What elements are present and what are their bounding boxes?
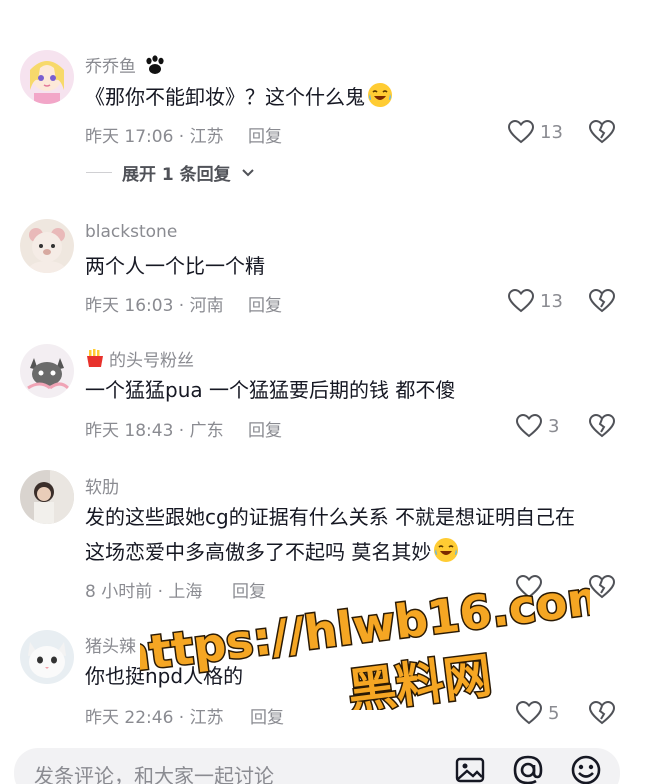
emoji-icon[interactable] [570,754,602,784]
mention-icon[interactable] [512,754,544,784]
comment-text: 《那你不能卸妆》？这个什么鬼 [85,80,625,115]
reply-button[interactable]: 回复 [248,291,282,316]
avatar[interactable] [20,50,74,104]
like-count: 5 [548,702,560,724]
comment-time-location: 昨天 22:46 · 江苏 [85,708,224,728]
heart-icon [516,414,542,438]
reply-button[interactable]: 回复 [248,416,282,441]
chevron-down-icon [241,168,254,176]
comment-input-bar: 发条评论，和大家一起讨论 [0,740,651,784]
comment-username[interactable]: 猪头辣 [85,632,136,657]
dislike-button[interactable] [588,288,616,317]
heart-icon [516,575,542,599]
expand-replies-button[interactable]: 展开 1 条回复 [86,160,255,185]
comment-time-location: 昨天 18:43 · 广东 [85,421,224,441]
broken-heart-icon [588,574,616,599]
dislike-button[interactable] [588,413,616,442]
laughing-crying-emoji-icon [434,538,459,562]
avatar[interactable] [20,470,74,524]
laughing-crying-emoji-icon [368,83,392,107]
paw-icon [143,55,167,80]
reply-button[interactable]: 回复 [250,703,284,728]
avatar[interactable] [20,344,74,398]
comment-time-location: 8 小时前 · 上海 [85,582,203,602]
comment-text: 你也挺npd人格的 [85,664,244,688]
broken-heart-icon [588,700,616,725]
like-button[interactable] [516,575,542,599]
reply-button[interactable]: 回复 [248,122,282,147]
broken-heart-icon [588,288,616,313]
comment-time-location: 昨天 16:03 · 河南 [85,296,224,316]
dislike-button[interactable] [588,574,616,603]
heart-icon [508,120,534,144]
like-count: 13 [540,290,563,312]
comment-time-location: 昨天 17:06 · 江苏 [85,127,224,147]
image-icon[interactable] [454,754,486,784]
reply-button[interactable]: 回复 [232,577,266,602]
comment-username[interactable]: 乔乔鱼 [85,52,167,80]
broken-heart-icon [588,413,616,438]
like-button[interactable]: 5 [516,701,559,725]
dislike-button[interactable] [588,119,616,148]
like-button[interactable]: 13 [508,120,563,144]
comment-username[interactable]: 软肋 [85,473,119,498]
like-button[interactable]: 3 [516,414,559,438]
heart-icon [516,701,542,725]
avatar[interactable] [20,630,74,684]
like-count: 13 [540,121,563,143]
comment-username[interactable]: 的头号粉丝 [85,346,194,373]
divider [86,172,112,173]
like-button[interactable]: 13 [508,289,563,313]
broken-heart-icon [588,119,616,144]
comment-username[interactable]: blackstone [85,222,177,242]
comment-text: 两个人一个比一个精 [85,254,265,278]
heart-icon [508,289,534,313]
avatar[interactable] [20,219,74,273]
comment-text: 发的这些跟她cg的证据有什么关系 不就是想证明自己在 这场恋爱中多高傲多了不起吗… [85,505,576,564]
comment-text: 一个猛猛pua 一个猛猛要后期的钱 都不傻 [85,378,456,402]
like-count: 3 [548,415,560,437]
dislike-button[interactable] [588,700,616,729]
fries-badge-icon [85,348,105,373]
comment-input-placeholder: 发条评论，和大家一起讨论 [34,764,274,784]
